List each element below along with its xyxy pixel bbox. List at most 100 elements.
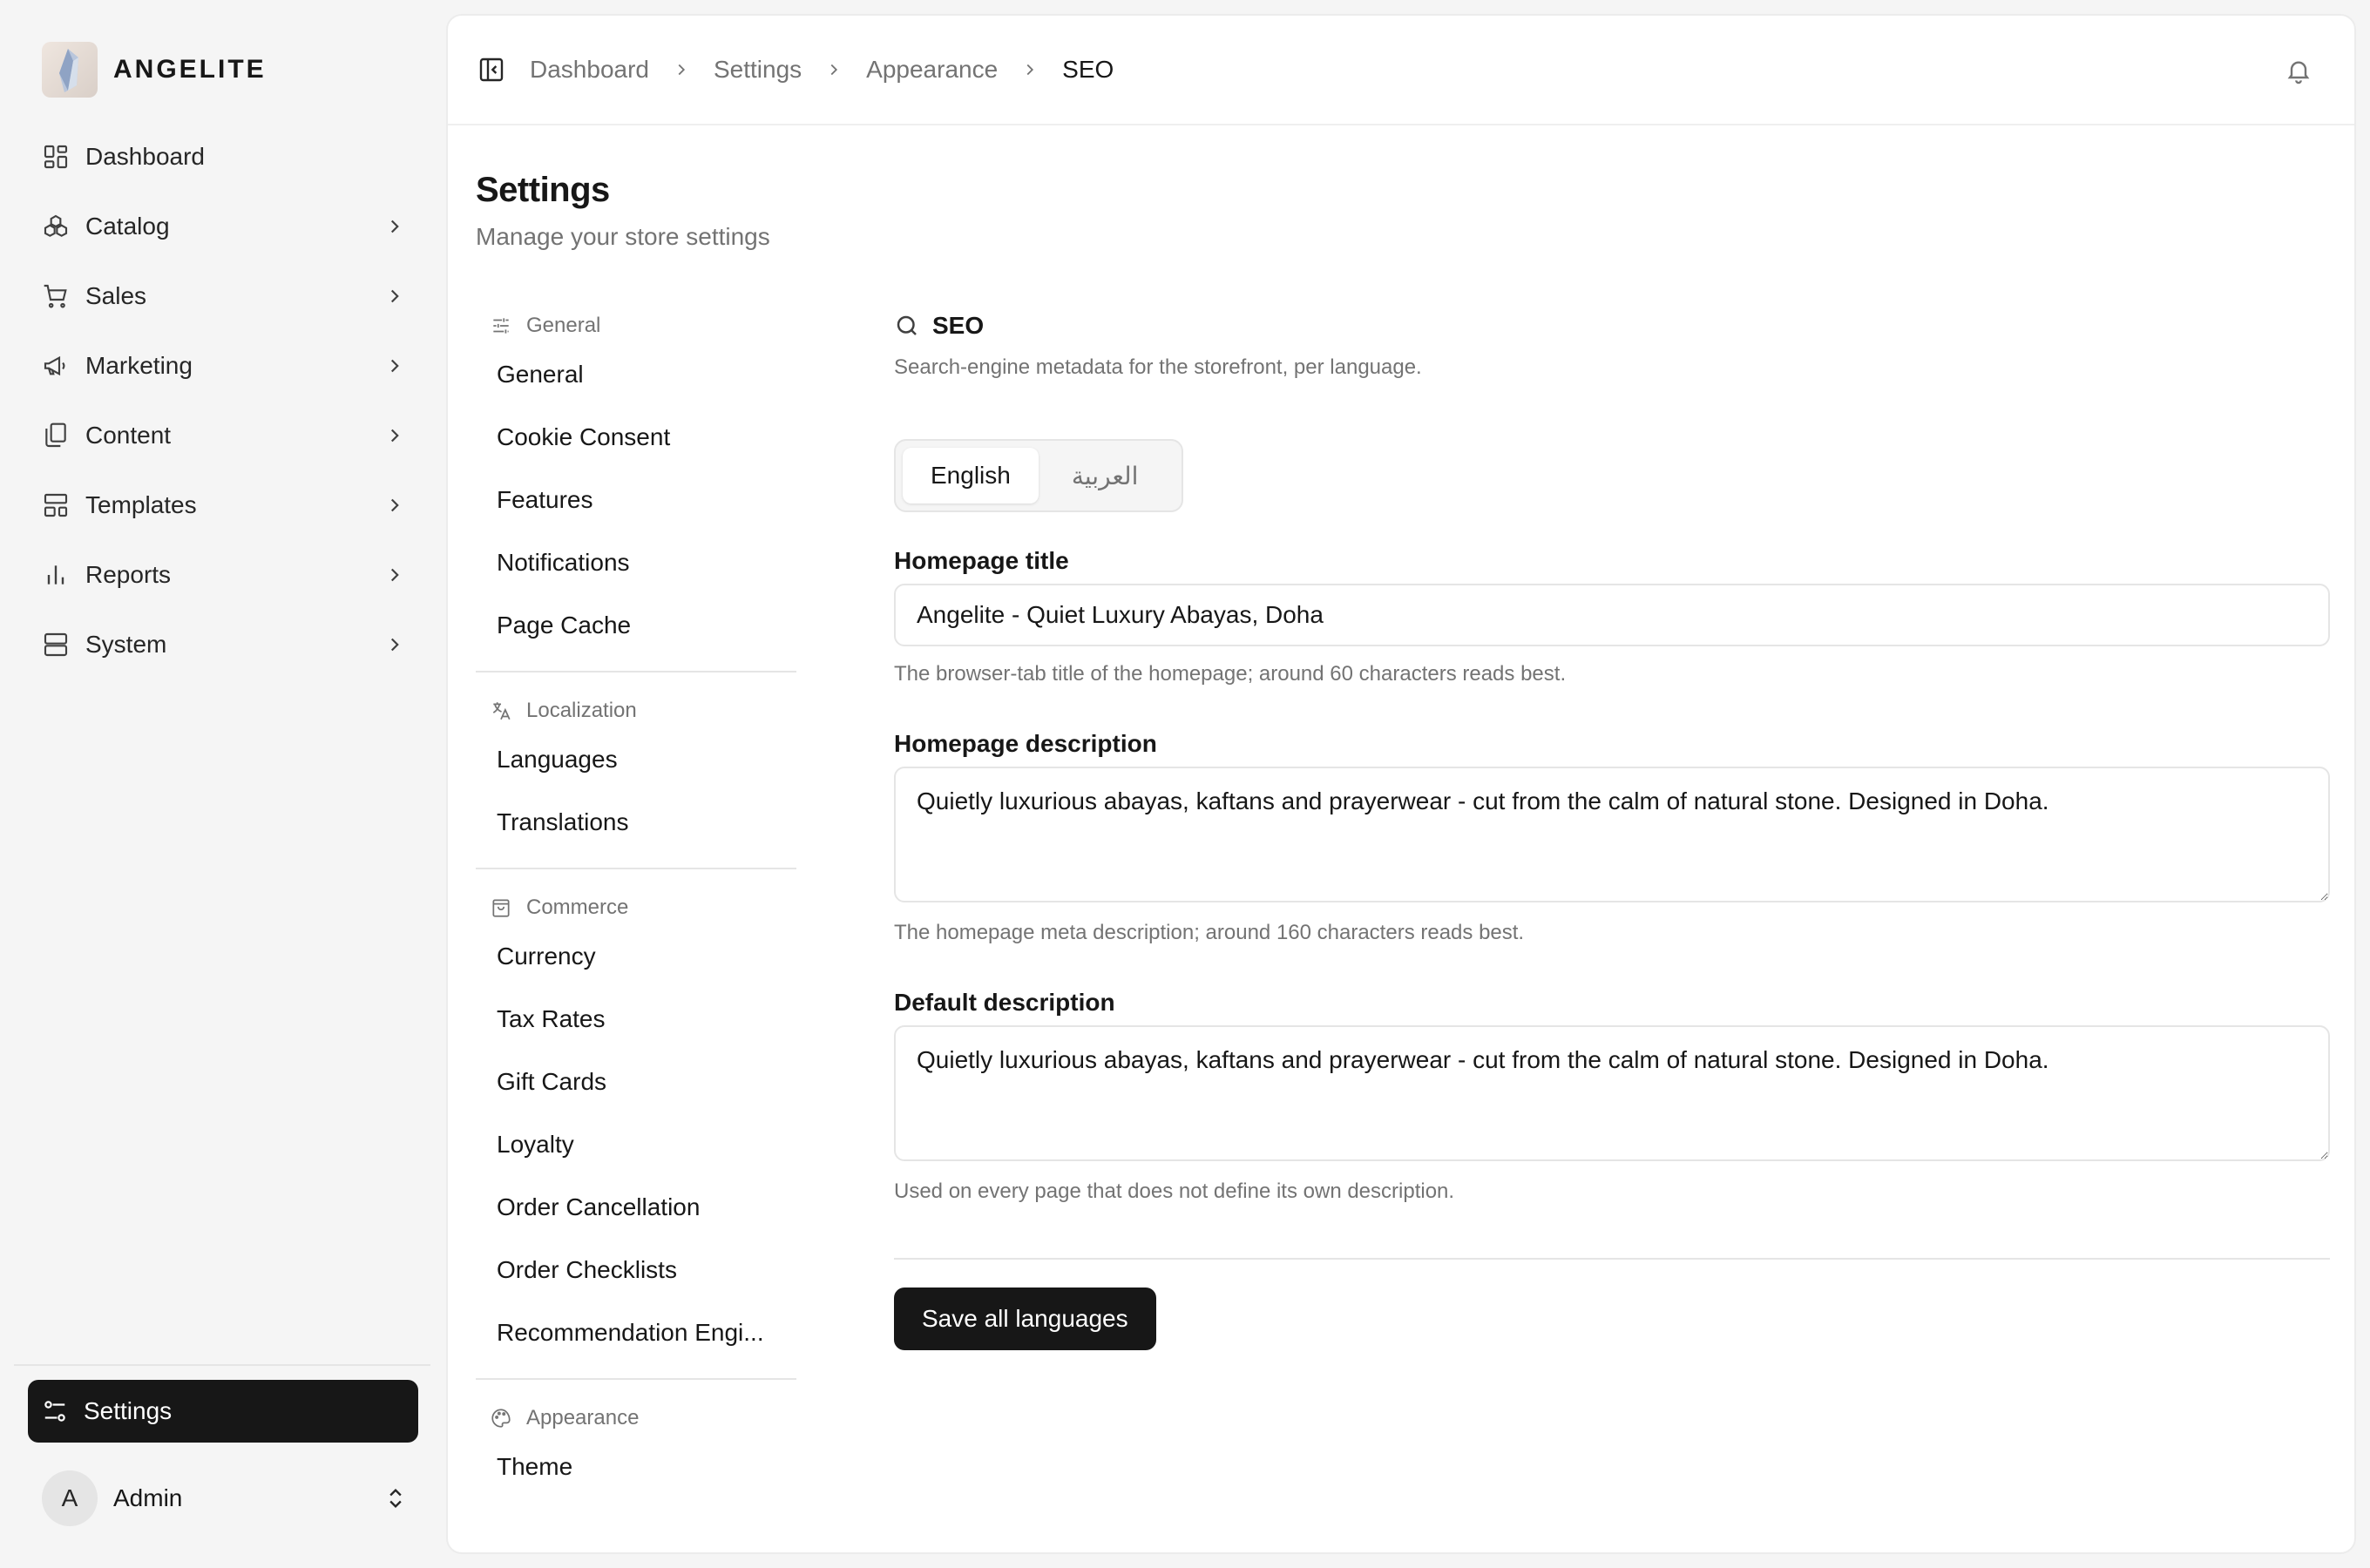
- breadcrumb-settings[interactable]: Settings: [714, 56, 802, 84]
- palette-icon: [491, 1409, 511, 1428]
- breadcrumb-appearance[interactable]: Appearance: [866, 56, 998, 84]
- sliders-horizontal-icon: [493, 318, 509, 334]
- homepage-description-group: Homepage description Quietly luxurious a…: [894, 730, 2330, 945]
- chevron-right-icon: [390, 359, 399, 373]
- subnav-divider: [476, 868, 796, 869]
- chevron-right-icon: [390, 429, 399, 443]
- brand-logo: [42, 42, 98, 98]
- user-name: Admin: [113, 1484, 183, 1511]
- default-description-label: Default description: [894, 989, 1115, 1016]
- brand[interactable]: ANGELITE: [42, 42, 267, 98]
- seo-section: SEO Search-engine metadata for the store…: [894, 308, 2330, 1350]
- subnav-group-label: Appearance: [526, 1406, 640, 1429]
- subnav-item-currency[interactable]: Currency: [476, 925, 796, 988]
- homepage-description-label: Homepage description: [894, 730, 1157, 757]
- subnav-item-order-checklists[interactable]: Order Checklists: [476, 1239, 796, 1301]
- brand-name: ANGELITE: [113, 55, 267, 84]
- sidebar-item-marketing[interactable]: Marketing: [28, 331, 420, 401]
- section-title: SEO: [932, 312, 985, 339]
- sidebar-item-label: Templates: [85, 491, 197, 518]
- chevron-right-icon: [390, 568, 399, 582]
- sidebar-item-label: Sales: [85, 282, 147, 309]
- megaphone-icon: [44, 355, 65, 376]
- sidebar-item-templates[interactable]: Templates: [28, 470, 420, 540]
- subnav-group-localization: Localization: [476, 693, 796, 728]
- sidebar-item-label: Catalog: [85, 213, 170, 240]
- subnav-group-label: Commerce: [526, 896, 629, 919]
- chevron-right-icon: [1026, 64, 1034, 76]
- subnav-item-translations[interactable]: Translations: [476, 791, 796, 854]
- sidebar-item-label: Content: [85, 422, 172, 449]
- sidebar-item-label: System: [85, 631, 167, 658]
- subnav-item-languages[interactable]: Languages: [476, 728, 796, 791]
- user-menu[interactable]: A Admin: [42, 1470, 408, 1526]
- section-description: Search-engine metadata for the storefron…: [894, 355, 1422, 379]
- breadcrumb-current: SEO: [1062, 56, 1114, 83]
- seo-header: SEO: [894, 308, 2330, 343]
- tab-english[interactable]: English: [903, 448, 1039, 504]
- languages-icon: [492, 702, 511, 720]
- homepage-title-input[interactable]: [894, 584, 2330, 646]
- chevron-right-icon: [830, 64, 838, 76]
- sidebar-item-catalog[interactable]: Catalog: [28, 192, 420, 261]
- default-description-textarea[interactable]: Quietly luxurious abayas, kaftans and pr…: [894, 1025, 2330, 1161]
- chevron-right-icon: [390, 638, 399, 652]
- section-divider: [894, 1258, 2330, 1260]
- chevrons-up-down-icon: [389, 1489, 402, 1508]
- homepage-description-textarea[interactable]: Quietly luxurious abayas, kaftans and pr…: [894, 767, 2330, 902]
- sidebar-nav: Dashboard Catalog Sales Marketing Conten…: [28, 122, 420, 679]
- subnav-group-general: General: [476, 308, 796, 343]
- default-description-hint: Used on every page that does not define …: [894, 1179, 1455, 1203]
- sidebar-item-label: Dashboard: [85, 143, 205, 170]
- sidebar-item-settings[interactable]: Settings: [28, 1380, 418, 1443]
- cart-icon: [44, 284, 67, 308]
- sidebar-item-reports[interactable]: Reports: [28, 540, 420, 610]
- tab-arabic[interactable]: العربية: [1044, 448, 1167, 504]
- sliders-icon: [44, 1401, 65, 1422]
- settings-subnav: General General Cookie Consent Features …: [476, 308, 796, 1498]
- dashboard-icon: [44, 145, 68, 169]
- sidebar-toggle-icon[interactable]: [477, 56, 505, 84]
- avatar: A: [42, 1470, 98, 1526]
- bell-icon[interactable]: [2285, 57, 2312, 84]
- subnav-group-label: General: [526, 314, 601, 337]
- breadcrumb-dashboard[interactable]: Dashboard: [530, 56, 649, 84]
- default-description-group: Default description Quietly luxurious ab…: [894, 989, 2330, 1204]
- chevron-right-icon: [390, 220, 399, 233]
- subnav-group-commerce: Commerce: [476, 890, 796, 925]
- page-subtitle: Manage your store settings: [476, 223, 770, 250]
- page-title: Settings: [476, 171, 610, 209]
- sidebar-item-content[interactable]: Content: [28, 401, 420, 470]
- sidebar-item-label: Settings: [84, 1397, 173, 1424]
- homepage-title-hint: The browser-tab title of the homepage; a…: [894, 662, 1567, 686]
- subnav-group-label: Localization: [526, 699, 637, 722]
- save-all-languages-button[interactable]: Save all languages: [894, 1288, 1156, 1350]
- subnav-item-features[interactable]: Features: [476, 469, 796, 531]
- homepage-description-hint: The homepage meta description; around 16…: [894, 921, 1525, 944]
- subnav-item-gift-cards[interactable]: Gift Cards: [476, 1051, 796, 1113]
- chevron-right-icon: [678, 64, 686, 76]
- sidebar-item-system[interactable]: System: [28, 610, 420, 679]
- subnav-item-order-cancellation[interactable]: Order Cancellation: [476, 1176, 796, 1239]
- subnav-item-page-cache[interactable]: Page Cache: [476, 594, 796, 657]
- subnav-item-notifications[interactable]: Notifications: [476, 531, 796, 594]
- breadcrumb: Dashboard Settings Appearance SEO: [530, 56, 1114, 84]
- homepage-title-group: Homepage title The browser-tab title of …: [894, 547, 2330, 686]
- chevron-right-icon: [390, 289, 399, 303]
- sidebar-divider: [14, 1364, 430, 1366]
- subnav-item-loyalty[interactable]: Loyalty: [476, 1113, 796, 1176]
- subnav-item-theme[interactable]: Theme: [476, 1436, 796, 1498]
- subnav-group-appearance: Appearance: [476, 1401, 796, 1436]
- subnav-item-recommendation-engine[interactable]: Recommendation Engi...: [476, 1301, 796, 1364]
- subnav-item-cookie-consent[interactable]: Cookie Consent: [476, 406, 796, 469]
- subnav-item-general[interactable]: General: [476, 343, 796, 406]
- subnav-item-tax-rates[interactable]: Tax Rates: [476, 988, 796, 1051]
- sidebar-item-label: Reports: [85, 561, 172, 588]
- sidebar-item-sales[interactable]: Sales: [28, 261, 420, 331]
- chevron-right-icon: [390, 498, 399, 512]
- subnav-divider: [476, 1378, 796, 1380]
- homepage-title-label: Homepage title: [894, 547, 1069, 574]
- sidebar-item-label: Marketing: [85, 352, 193, 379]
- language-tabs: English العربية: [894, 439, 1183, 512]
- sidebar-item-dashboard[interactable]: Dashboard: [28, 122, 420, 192]
